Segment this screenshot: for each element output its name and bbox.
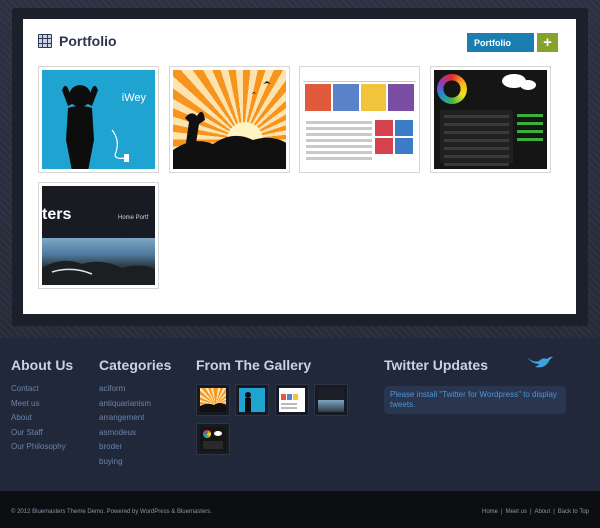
sunset-graphic	[173, 81, 286, 169]
footer-link[interactable]: Contact	[11, 384, 66, 399]
gallery-heading: From The Gallery	[196, 357, 312, 373]
about-heading: About Us	[11, 357, 74, 373]
twitter-message: Please install "Twitter for Wordpress" t…	[384, 386, 566, 414]
bottom-link-home[interactable]: Home	[482, 509, 498, 515]
portfolio-filter-button[interactable]: Portfolio	[467, 33, 534, 52]
category-links: aciform antiquarianism arrangement asmod…	[99, 384, 151, 472]
portfolio-thumbnail	[434, 70, 547, 169]
gallery-thumb[interactable]	[314, 384, 348, 416]
about-links: Contact Meet us About Our Staff Our Phil…	[11, 384, 66, 457]
separator: |	[529, 509, 532, 515]
portfolio-item[interactable]	[169, 66, 290, 173]
bottom-link-back-to-top[interactable]: Back to Top	[558, 509, 589, 515]
portfolio-item[interactable]	[299, 66, 420, 173]
copyright: © 2012 Bluemasters Theme Demo. Powered b…	[11, 509, 212, 515]
masters-nav: Home Portf	[118, 215, 149, 221]
category-link[interactable]: asmodeus	[99, 428, 151, 443]
gallery-thumb[interactable]	[235, 384, 269, 416]
gallery-thumb[interactable]	[196, 423, 230, 455]
bottom-nav: Home | Meet us | About | Back to Top	[482, 509, 589, 515]
separator: |	[501, 509, 503, 515]
silhouette-graphic	[62, 85, 129, 169]
category-link[interactable]: aciform	[99, 384, 151, 399]
bottom-link-meet-us[interactable]: Meet us	[506, 509, 527, 515]
iwey-text: iWey	[121, 92, 146, 104]
bird-icon	[527, 356, 553, 368]
portfolio-thumbnail: iWey	[42, 70, 155, 169]
footer-link[interactable]: Meet us	[11, 399, 66, 414]
panel-title: Portfolio	[38, 33, 117, 49]
coast-graphic	[42, 260, 155, 285]
category-link[interactable]: buying	[99, 457, 151, 472]
category-link[interactable]: arrangement	[99, 413, 151, 428]
gallery-thumb[interactable]	[275, 384, 309, 416]
portfolio-item[interactable]	[430, 66, 551, 173]
page-title: Portfolio	[59, 33, 117, 49]
portfolio-thumbnail: ters Home Portf	[42, 186, 155, 285]
category-link[interactable]: broder	[99, 442, 151, 457]
categories-heading: Categories	[99, 357, 172, 373]
portfolio-item[interactable]: iWey	[38, 66, 159, 173]
footer-link[interactable]: Our Philosophy	[11, 442, 66, 457]
masters-text: ters	[42, 206, 72, 223]
category-link[interactable]: antiquarianism	[99, 399, 151, 414]
footer-link[interactable]: About	[11, 413, 66, 428]
separator: |	[553, 509, 555, 515]
portfolio-item[interactable]: ters Home Portf	[38, 182, 159, 289]
footer-link[interactable]: Our Staff	[11, 428, 66, 443]
portfolio-thumbnail	[303, 70, 416, 169]
gallery-thumb[interactable]	[196, 384, 230, 416]
portfolio-thumbnail	[173, 70, 286, 169]
portfolio-panel: Portfolio Portfolio + iWey ters Home Por…	[23, 19, 576, 314]
grid-icon	[38, 34, 52, 48]
add-button[interactable]: +	[537, 33, 558, 52]
bottom-link-about[interactable]: About	[535, 509, 551, 515]
twitter-heading: Twitter Updates	[384, 357, 488, 373]
